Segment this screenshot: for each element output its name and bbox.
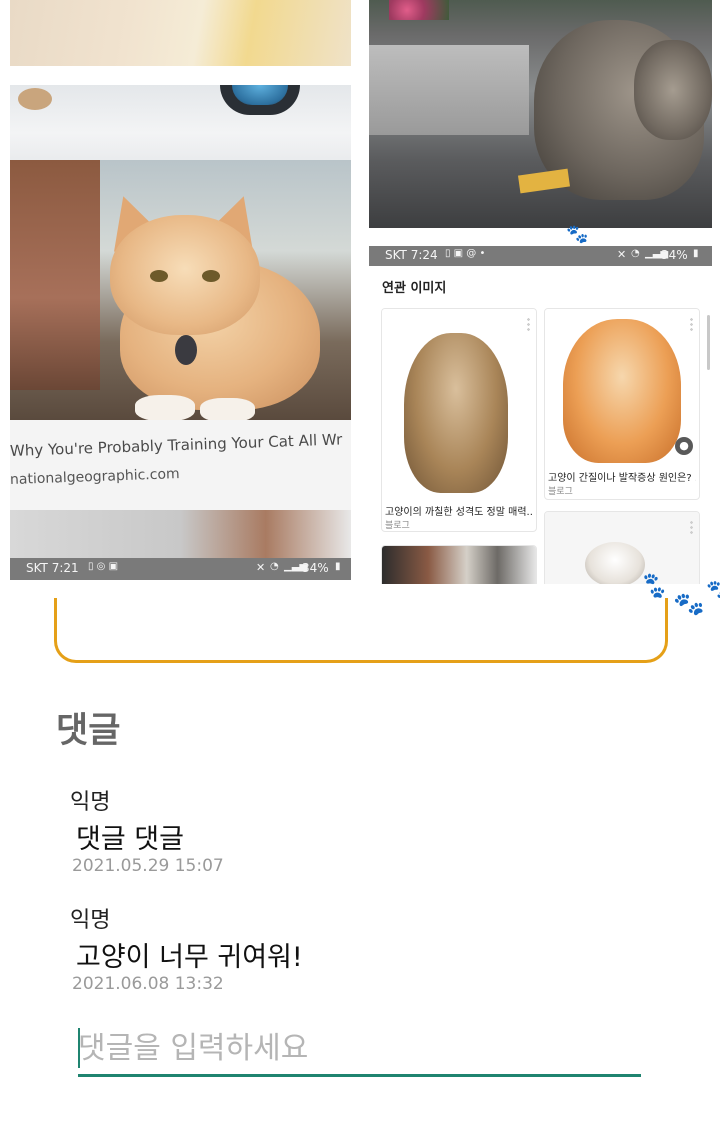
photo-gap: [369, 228, 712, 246]
comment-author: 익명: [70, 908, 111, 933]
cat-eye-left: [150, 270, 168, 282]
battery-percent: 34%: [302, 561, 329, 575]
comment-item: 익명: [70, 784, 110, 816]
mute-icon: ✕: [256, 561, 266, 574]
white-kitten-shape: [585, 542, 645, 584]
result-caption: 고양이의 까칠한 성격도 정말 매력...: [385, 507, 533, 518]
related-images-title: 연관 이미지: [382, 281, 447, 296]
more-vert-icon[interactable]: [527, 317, 530, 331]
paw-print-icon: 🐾: [566, 224, 589, 245]
location-pin-icon[interactable]: ●: [675, 437, 693, 455]
notification-icons: ▯ ◎ ▣: [88, 561, 119, 572]
battery-icon: ▮: [693, 248, 699, 259]
cat-paws: [135, 395, 195, 421]
next-article-strip: [10, 510, 351, 558]
photo-background-wall: [10, 160, 100, 390]
comment-item: 익명: [70, 902, 110, 934]
paw-print-icon: 🐾: [706, 578, 720, 602]
result-source: 블로그: [385, 521, 410, 531]
result-caption: 고양이 간질이나 발작증상 원인은? ...: [548, 473, 696, 484]
cat-paws-2: [200, 398, 255, 422]
battery-percent: 34%: [661, 248, 688, 262]
white-kitten-thumbnail: [545, 512, 699, 584]
related-image-card[interactable]: 고양이의 까칠한 성격도 정말 매력... 블로그: [381, 308, 537, 532]
kitten-shape: [404, 333, 508, 493]
comment-date: 2021.05.29 15:07: [72, 856, 224, 876]
comment-text: 댓글 댓글: [76, 824, 184, 855]
wifi-icon: ◔: [270, 561, 279, 572]
status-bar: SKT 7:21 ▯ ◎ ▣ ✕ ◔ ▁▃▅ 34% ▮: [10, 558, 351, 580]
tabby-cat-head: [634, 40, 712, 140]
mute-icon: ✕: [617, 248, 627, 261]
comment-input[interactable]: [78, 1026, 638, 1070]
cat-head: [110, 215, 260, 335]
cat-collar-tag: [175, 335, 197, 365]
wifi-icon: ◔: [631, 248, 640, 259]
related-image-card[interactable]: [544, 511, 700, 584]
left-screenshot-image[interactable]: Why You're Probably Training Your Cat Al…: [10, 0, 351, 584]
comment-input-container[interactable]: [78, 1022, 641, 1077]
more-vert-icon[interactable]: [690, 520, 693, 534]
flowers: [389, 0, 449, 20]
status-carrier-time: SKT 7:21: [26, 561, 79, 575]
cat-eye-right: [202, 270, 220, 282]
blanket-photo: [10, 0, 351, 66]
comment-author: 익명: [70, 790, 111, 815]
orange-kitten-shape: [563, 319, 681, 463]
status-bar: SKT 7:24 ▯ ▣ @ • ✕ ◔ ▁▃▅ 34% ▮: [369, 246, 712, 266]
related-image-card[interactable]: ● 고양이 간질이나 발작증상 원인은? ... 블로그: [544, 308, 700, 500]
avatar-fragment: [18, 88, 52, 110]
curb-stone: [369, 45, 529, 135]
battery-icon: ▮: [335, 561, 341, 572]
notification-icons: ▯ ▣ @ •: [445, 248, 486, 259]
kitten-thumbnail: [382, 309, 536, 497]
comments-title: 댓글: [56, 711, 121, 751]
comment-text: 고양이 너무 귀여워!: [76, 942, 303, 973]
more-vert-icon[interactable]: [690, 317, 693, 331]
comment-date: 2021.06.08 13:32: [72, 974, 224, 994]
article-header-area: [10, 85, 351, 165]
result-source: 블로그: [548, 487, 573, 497]
paw-print-icon: 🐾: [671, 587, 707, 621]
image-frame-border: [54, 598, 668, 663]
cats-room-thumbnail: [382, 546, 536, 584]
status-carrier-time: SKT 7:24: [385, 248, 438, 262]
scrollbar[interactable]: [707, 315, 710, 370]
related-image-card[interactable]: [381, 545, 537, 584]
right-screenshot-image[interactable]: SKT 7:24 ▯ ▣ @ • ✕ ◔ ▁▃▅ 34% ▮ 연관 이미지 고양…: [369, 0, 712, 584]
